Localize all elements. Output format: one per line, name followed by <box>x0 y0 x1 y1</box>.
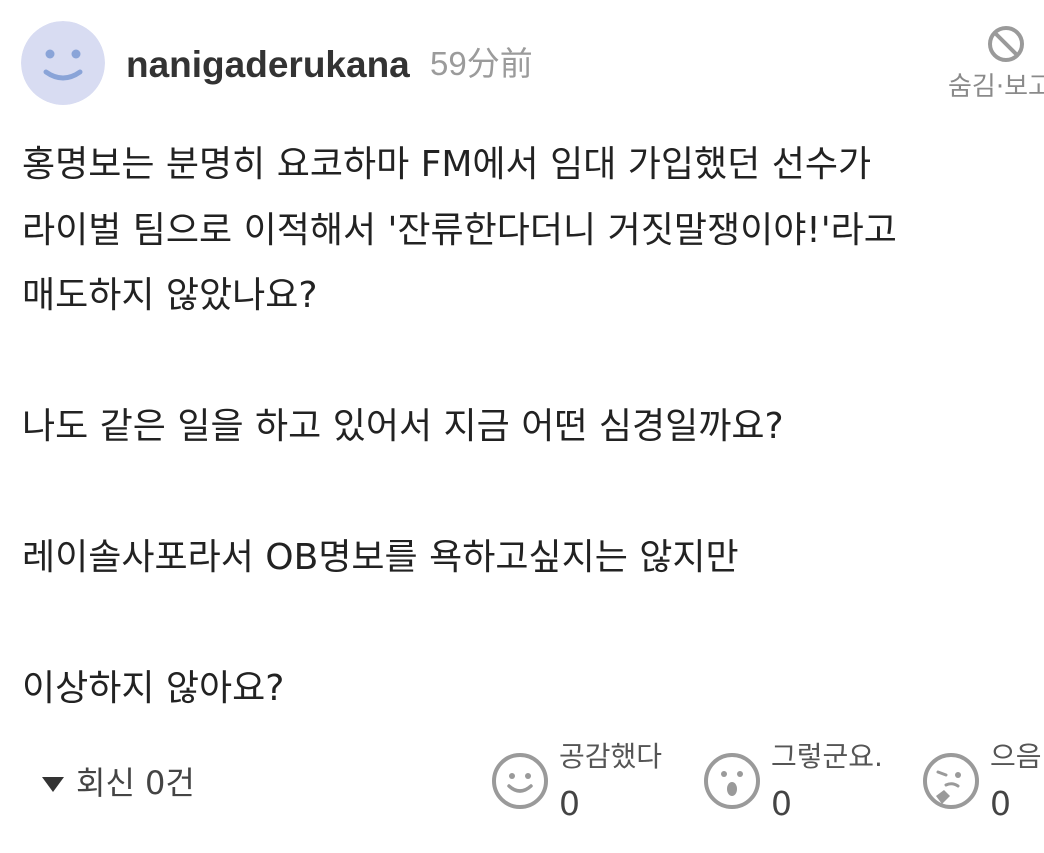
comment-line: 레이솔사포라서 OB명보를 욕하고싶지는 않지만 <box>22 537 739 578</box>
comment-blank-line <box>22 329 1044 395</box>
reaction-hmm-button[interactable]: 으음 0 <box>922 740 1044 830</box>
comment-card: nanigaderukana 59分前 숨김·보고 홍명보는 분명히 요코하마 … <box>0 0 1044 853</box>
hide-report-label: 숨김·보고 <box>948 72 1044 102</box>
triangle-down-icon <box>42 776 64 792</box>
username[interactable]: nanigaderukana <box>126 42 410 88</box>
avatar[interactable] <box>21 21 105 105</box>
comment-blank-line <box>22 591 1044 657</box>
reaction-count: 0 <box>559 784 580 823</box>
comment-line: 홍명보는 분명히 요코하마 FM에서 임대 가입했던 선수가 <box>22 144 872 185</box>
reaction-label: 으음 <box>990 740 1042 773</box>
thinking-face-icon <box>923 753 979 809</box>
reaction-i-see-button[interactable]: 그렇군요. 0 <box>703 740 903 830</box>
comment-line: 나도 같은 일을 하고 있어서 지금 어떤 심경일까요? <box>22 406 784 447</box>
comment-line: 라이벌 팀으로 이적해서 '잔류한다더니 거짓말쟁이야!'라고 <box>22 209 897 251</box>
reaction-count: 0 <box>771 784 792 823</box>
timestamp: 59分前 <box>430 45 533 82</box>
comment-body: 홍명보는 분명히 요코하마 FM에서 임대 가입했던 선수가 라이벌 팀으로 이… <box>22 132 1044 722</box>
reaction-label: 그렇군요. <box>771 740 883 773</box>
replies-label: 회신 0건 <box>76 764 195 802</box>
reaction-label: 공감했다 <box>559 740 663 773</box>
comment-line: 매도하지 않았나요? <box>22 275 318 316</box>
prohibited-icon <box>988 26 1024 62</box>
smile-face-icon <box>492 753 548 809</box>
replies-toggle[interactable]: 회신 0건 <box>42 758 195 808</box>
reaction-count: 0 <box>990 784 1011 823</box>
hide-report-button[interactable]: 숨김·보고 <box>946 24 1044 104</box>
comment-line: 이상하지 않아요? <box>22 668 285 709</box>
reaction-agree-button[interactable]: 공감했다 0 <box>491 740 681 830</box>
smiley-avatar-icon <box>21 21 105 105</box>
surprised-face-icon <box>704 753 760 809</box>
comment-blank-line <box>22 460 1044 526</box>
